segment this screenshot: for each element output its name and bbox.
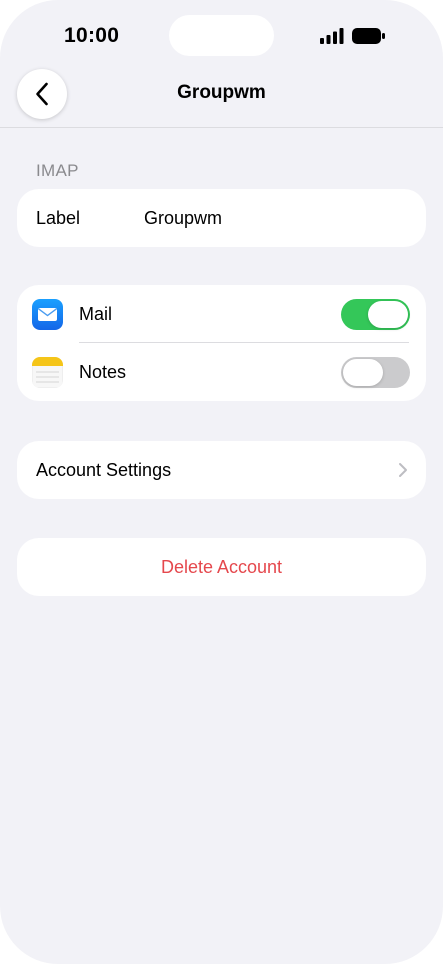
- mail-toggle-knob: [368, 300, 408, 328]
- label-value-field[interactable]: Groupwm: [144, 208, 222, 229]
- account-settings-label: Account Settings: [36, 459, 172, 480]
- account-settings-row[interactable]: Account Settings: [17, 441, 426, 499]
- phone-screen: 10:00 Groupwm IMAP Label Groupwm Mail No…: [0, 0, 443, 964]
- label-row[interactable]: Label Groupwm: [17, 189, 426, 247]
- page-title: Groupwm: [177, 82, 266, 103]
- delete-account-card: Delete Account: [17, 538, 426, 596]
- notes-toggle[interactable]: [341, 356, 410, 388]
- dynamic-island: [169, 15, 274, 56]
- notes-icon: [32, 356, 63, 388]
- sync-row-notes: Notes: [17, 343, 426, 401]
- mail-toggle[interactable]: [341, 298, 410, 330]
- cellular-signal-icon: [320, 28, 344, 44]
- sync-card: Mail Notes: [17, 285, 426, 401]
- label-key: Label: [36, 207, 81, 228]
- account-settings-card: Account Settings: [17, 441, 426, 499]
- mail-icon: [32, 298, 63, 330]
- sync-label-notes: Notes: [79, 361, 127, 382]
- imap-label-card: Label Groupwm: [17, 189, 426, 247]
- imap-section-header: IMAP: [36, 161, 79, 180]
- chevron-right-icon: [399, 463, 407, 477]
- battery-icon: [352, 28, 385, 44]
- sync-row-mail: Mail: [17, 285, 426, 343]
- delete-account-button[interactable]: Delete Account: [17, 538, 426, 596]
- delete-account-label: Delete Account: [160, 556, 283, 577]
- status-time: 10:00: [64, 24, 120, 47]
- nav-divider: [0, 127, 443, 128]
- sync-label-mail: Mail: [79, 303, 113, 324]
- notes-toggle-knob: [343, 358, 383, 386]
